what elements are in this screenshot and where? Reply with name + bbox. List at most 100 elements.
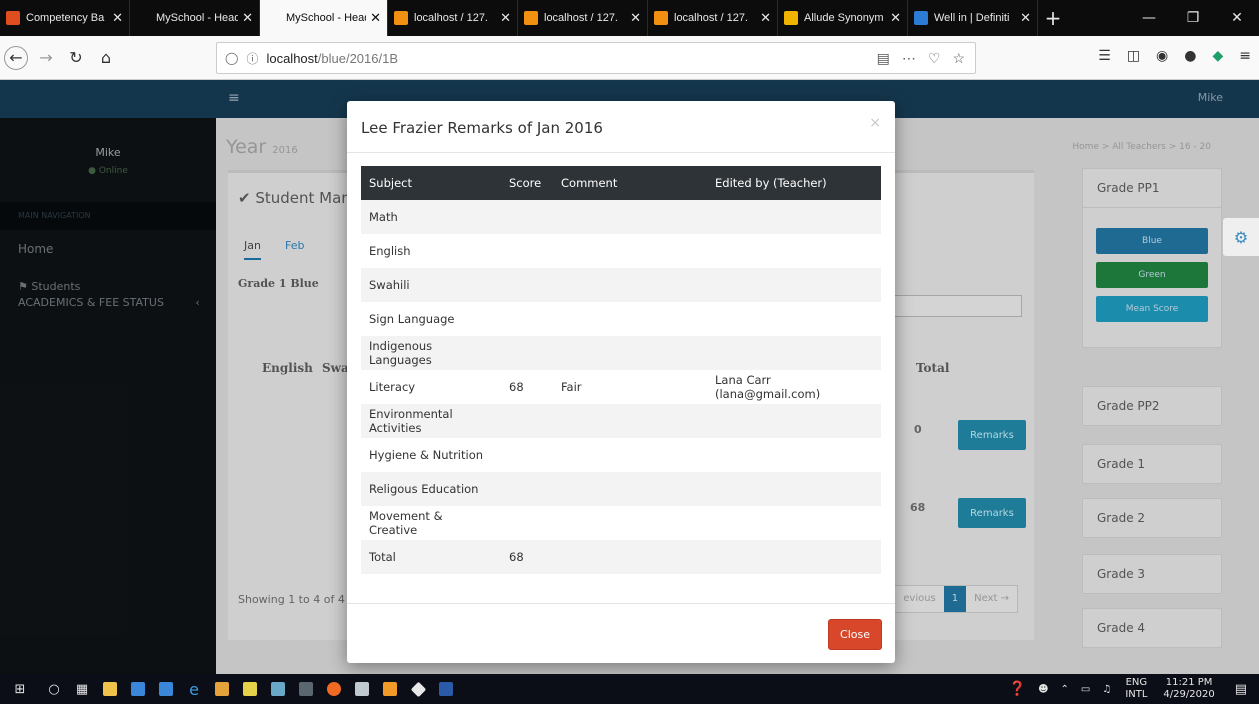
tab-close-icon[interactable]: ✕ — [630, 11, 641, 26]
browser-tab[interactable]: Competency Ba ✕ — [0, 0, 130, 36]
shield-extension-icon[interactable]: ◆ — [1212, 48, 1223, 64]
cell-score — [501, 336, 553, 370]
extension-icon[interactable]: ● — [1184, 48, 1196, 64]
info-icon[interactable]: ⓘ — [246, 50, 258, 67]
notes-icon[interactable] — [236, 674, 264, 704]
close-icon[interactable]: × — [869, 115, 881, 131]
mail-icon[interactable] — [124, 674, 152, 704]
account-icon[interactable]: ◉ — [1156, 48, 1168, 64]
help-icon[interactable]: ❓ — [1003, 681, 1032, 697]
browser-tab[interactable]: Well in | Definiti ✕ — [908, 0, 1038, 36]
cell-teacher — [707, 404, 881, 438]
tab-title: Competency Ba — [26, 12, 105, 24]
language-indicator[interactable]: ENG INTL — [1117, 677, 1155, 701]
cell-subject: Math — [361, 200, 501, 234]
cell-subject: Environmental Activities — [361, 404, 501, 438]
library-icon[interactable]: ☰ — [1098, 48, 1111, 64]
cell-score — [501, 200, 553, 234]
lang-code: ENG — [1125, 677, 1148, 688]
app-icon[interactable] — [348, 674, 376, 704]
file-explorer-icon[interactable] — [152, 674, 180, 704]
clock-time: 11:21 PM — [1165, 677, 1213, 688]
app-icon[interactable] — [208, 674, 236, 704]
table-row: Environmental Activities — [361, 404, 881, 438]
back-arrow-icon[interactable]: ← — [4, 45, 28, 70]
browser-tab[interactable]: localhost / 127. ✕ — [518, 0, 648, 36]
remarks-table: Subject Score Comment Edited by (Teacher… — [361, 166, 881, 574]
tab-favicon-icon — [394, 11, 408, 25]
tab-close-icon[interactable]: ✕ — [112, 11, 123, 26]
menu-icon[interactable]: ≡ — [1239, 48, 1251, 64]
browser-tab[interactable]: localhost / 127. ✕ — [388, 0, 518, 36]
word-icon[interactable] — [432, 674, 460, 704]
battery-icon[interactable]: ▭ — [1075, 684, 1096, 695]
table-row: Indigenous Languages — [361, 336, 881, 370]
edge-icon[interactable]: e — [180, 674, 208, 704]
task-view-icon[interactable]: ▦ — [68, 674, 96, 704]
browser-tab[interactable]: Allude Synonym ✕ — [778, 0, 908, 36]
cell-comment — [553, 200, 707, 234]
tab-close-icon[interactable]: ✕ — [500, 11, 511, 26]
cell-comment — [553, 234, 707, 268]
chevron-up-icon[interactable]: ⌃ — [1055, 684, 1075, 695]
minimize-icon[interactable]: — — [1127, 0, 1171, 36]
tab-close-icon[interactable]: ✕ — [242, 11, 253, 26]
cell-comment — [553, 302, 707, 336]
home-icon[interactable]: ⌂ — [94, 46, 118, 70]
tab-title: localhost / 127. — [674, 12, 748, 24]
cell-comment — [553, 336, 707, 370]
browser-tab[interactable]: localhost / 127. ✕ — [648, 0, 778, 36]
cell-teacher — [707, 506, 881, 540]
reload-icon[interactable]: ↻ — [64, 46, 88, 70]
cell-comment — [553, 540, 707, 574]
tab-favicon-icon — [784, 11, 798, 25]
tab-favicon-icon — [914, 11, 928, 25]
app-icon[interactable] — [264, 674, 292, 704]
tab-title: MySchool - HeadTe — [156, 12, 238, 24]
col-score: Score — [501, 166, 553, 200]
bookmark-star-icon[interactable]: ☆ — [952, 50, 965, 67]
cell-subject: Indigenous Languages — [361, 336, 501, 370]
windows-taskbar: ⊞ ○ ▦ e ❓ ☻ ⌃ ▭ ♫ ENG INTL 11:21 PM 4/29/2… — [0, 674, 1259, 704]
browser-tab[interactable]: MySchool - HeadTe ✕ — [130, 0, 260, 36]
close-button[interactable]: Close — [828, 619, 882, 650]
terminal-icon[interactable] — [292, 674, 320, 704]
windows-start-icon[interactable]: ⊞ — [0, 674, 40, 704]
volume-icon[interactable]: ♫ — [1096, 684, 1117, 695]
tab-favicon-icon — [266, 11, 280, 25]
people-icon[interactable]: ☻ — [1032, 684, 1054, 695]
close-window-icon[interactable]: ✕ — [1215, 0, 1259, 36]
pocket-icon[interactable]: ♡ — [928, 50, 941, 67]
search-icon[interactable]: ○ — [40, 674, 68, 704]
page-actions-icon[interactable]: ⋯ — [902, 50, 916, 67]
browser-tab[interactable]: MySchool - HeadTe ✕ — [260, 0, 388, 36]
table-row: Sign Language — [361, 302, 881, 336]
tab-close-icon[interactable]: ✕ — [370, 11, 381, 26]
cell-teacher — [707, 302, 881, 336]
cell-teacher — [707, 472, 881, 506]
cell-score — [501, 438, 553, 472]
cell-comment: Fair — [553, 370, 707, 404]
git-icon[interactable] — [404, 674, 432, 704]
restore-icon[interactable]: ❐ — [1171, 0, 1215, 36]
tab-close-icon[interactable]: ✕ — [1020, 11, 1031, 26]
cell-teacher — [707, 540, 881, 574]
tab-close-icon[interactable]: ✕ — [890, 11, 901, 26]
cell-teacher — [707, 200, 881, 234]
tab-close-icon[interactable]: ✕ — [760, 11, 771, 26]
notifications-icon[interactable]: ▤ — [1223, 682, 1259, 697]
cell-subject: Religous Education — [361, 472, 501, 506]
url-path: /blue/2016/1B — [317, 50, 398, 66]
new-tab-button[interactable]: + — [1038, 0, 1068, 36]
shield-icon[interactable]: ◯ — [225, 51, 238, 65]
store-icon[interactable] — [96, 674, 124, 704]
clock[interactable]: 11:21 PM 4/29/2020 — [1155, 677, 1222, 701]
firefox-icon[interactable] — [320, 674, 348, 704]
forward-arrow-icon[interactable]: → — [34, 46, 58, 70]
cell-subject: English — [361, 234, 501, 268]
url-bar[interactable]: ◯ ⓘ localhost/blue/2016/1B ▤ ⋯ ♡ ☆ — [216, 42, 976, 74]
reader-view-icon[interactable]: ▤ — [877, 50, 890, 67]
tab-title: MySchool - HeadTe — [286, 12, 366, 24]
sublime-icon[interactable] — [376, 674, 404, 704]
sidebar-icon[interactable]: ◫ — [1127, 48, 1140, 64]
